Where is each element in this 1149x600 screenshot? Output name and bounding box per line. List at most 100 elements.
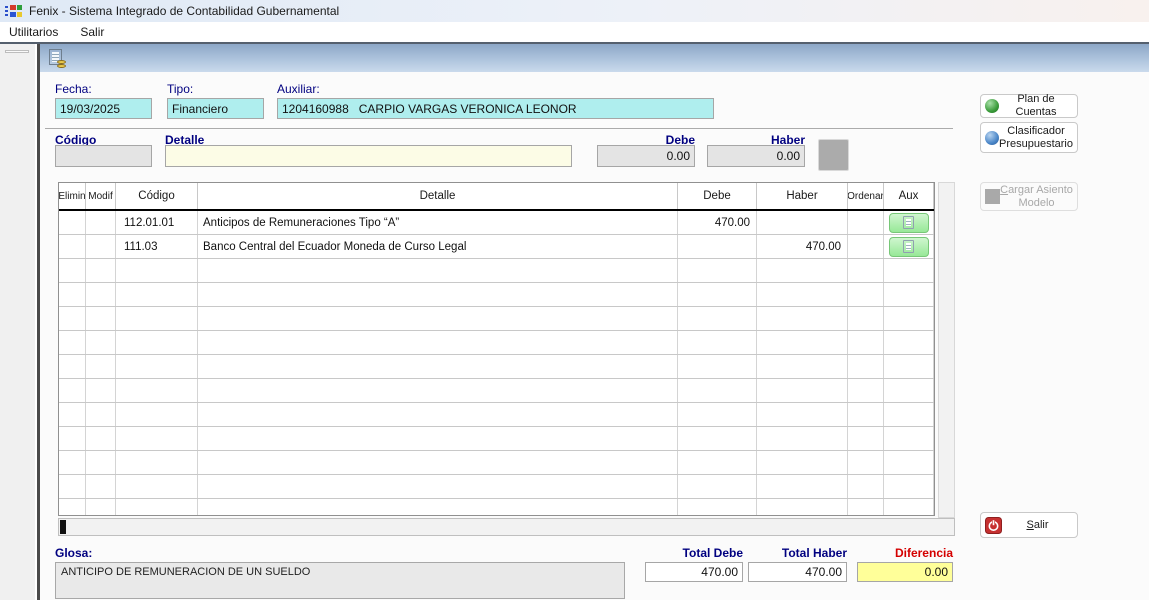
column-header-haber[interactable]: Haber — [757, 183, 848, 209]
grid-row-empty — [59, 451, 934, 475]
fecha-input[interactable] — [55, 98, 152, 119]
ordenar-cell — [848, 499, 884, 515]
grid-horizontal-scrollbar[interactable] — [58, 518, 955, 536]
ordenar-cell — [848, 379, 884, 402]
total-haber-field[interactable] — [748, 562, 847, 582]
aux-cell — [884, 307, 934, 330]
tipo-label: Tipo: — [167, 82, 193, 96]
detalle-cell — [198, 427, 678, 450]
haber-cell — [757, 259, 848, 282]
scrollbar-thumb[interactable] — [60, 520, 66, 534]
new-entry-toolbar-button[interactable] — [46, 47, 70, 70]
ordenar-cell — [848, 403, 884, 426]
modif-cell — [86, 331, 116, 354]
clasificador-presupuestario-button[interactable]: Clasificador Presupuestario — [980, 122, 1078, 153]
column-header-detalle[interactable]: Detalle — [198, 183, 678, 209]
ordenar-cell — [848, 331, 884, 354]
debe-cell — [678, 283, 757, 306]
column-header-ordenar[interactable]: Ordenar — [848, 183, 884, 209]
codigo-cell — [116, 283, 198, 306]
aux-cell — [884, 379, 934, 402]
entries-grid: Elimin Modif Código Detalle Debe Haber O… — [58, 182, 935, 516]
column-header-codigo[interactable]: Código — [116, 183, 198, 209]
detalle-cell — [198, 475, 678, 498]
aux-cell — [884, 403, 934, 426]
haber-cell — [757, 451, 848, 474]
detalle-cell — [198, 355, 678, 378]
left-panel — [0, 44, 35, 600]
detalle-input[interactable] — [165, 145, 572, 167]
detalle-cell — [198, 379, 678, 402]
haber-cell — [757, 331, 848, 354]
ordenar-cell — [848, 211, 884, 234]
power-icon — [985, 517, 1002, 534]
modif-cell — [86, 499, 116, 515]
ordenar-cell — [848, 283, 884, 306]
codigo-input[interactable] — [55, 145, 152, 167]
modif-cell[interactable] — [86, 235, 116, 258]
panel-grip[interactable] — [5, 50, 29, 53]
column-header-aux[interactable]: Aux — [884, 183, 934, 209]
codigo-cell — [116, 259, 198, 282]
haber-cell — [757, 355, 848, 378]
tipo-input[interactable] — [167, 98, 264, 119]
codigo-cell: 112.01.01 — [116, 211, 198, 234]
codigo-cell — [116, 475, 198, 498]
codigo-cell — [116, 499, 198, 515]
plan-de-cuentas-button[interactable]: Plan de Cuentas — [980, 94, 1078, 118]
menu-salir[interactable]: Salir — [80, 25, 104, 39]
add-entry-button[interactable] — [818, 139, 849, 171]
column-header-modif[interactable]: Modif — [86, 183, 116, 209]
title-bar: Fenix - Sistema Integrado de Contabilida… — [0, 0, 1149, 22]
auxiliar-input[interactable] — [277, 98, 714, 119]
aux-cell — [884, 451, 934, 474]
haber-input[interactable] — [707, 145, 805, 167]
diferencia-label: Diferencia — [857, 546, 953, 560]
glosa-textarea[interactable]: ANTICIPO DE REMUNERACION DE UN SUELDO — [55, 562, 625, 599]
grid-row-empty — [59, 379, 934, 403]
modif-cell[interactable] — [86, 211, 116, 234]
plan-de-cuentas-label: Plan de Cuentas — [999, 93, 1073, 118]
app-window: Fenix - Sistema Integrado de Contabilida… — [0, 0, 1149, 600]
grid-row-empty — [59, 499, 934, 515]
grid-vertical-scrollbar[interactable] — [938, 182, 955, 518]
grid-row-empty — [59, 355, 934, 379]
detalle-cell — [198, 331, 678, 354]
salir-button[interactable]: Salir — [980, 512, 1078, 538]
clasificador-label: Clasificador Presupuestario — [999, 125, 1073, 150]
codigo-cell — [116, 355, 198, 378]
grid-row-empty — [59, 331, 934, 355]
elimin-cell[interactable] — [59, 211, 86, 234]
grid-row-empty — [59, 475, 934, 499]
app-icon — [5, 4, 22, 19]
aux-cell — [884, 235, 934, 258]
debe-cell — [678, 499, 757, 515]
menu-utilitarios[interactable]: Utilitarios — [9, 25, 58, 39]
glosa-label: Glosa: — [55, 546, 92, 560]
total-debe-field[interactable] — [645, 562, 743, 582]
column-header-elimin[interactable]: Elimin — [59, 183, 86, 209]
elimin-cell[interactable] — [59, 235, 86, 258]
aux-cell — [884, 355, 934, 378]
aux-button[interactable] — [889, 213, 929, 233]
grid-row-empty — [59, 283, 934, 307]
elimin-cell — [59, 475, 86, 498]
debe-cell — [678, 331, 757, 354]
codigo-cell — [116, 307, 198, 330]
window-title: Fenix - Sistema Integrado de Contabilida… — [29, 4, 339, 18]
haber-cell — [757, 379, 848, 402]
column-header-debe[interactable]: Debe — [678, 183, 757, 209]
document-coins-icon — [48, 49, 68, 69]
haber-cell — [757, 283, 848, 306]
haber-cell — [757, 427, 848, 450]
elimin-cell — [59, 331, 86, 354]
modif-cell — [86, 307, 116, 330]
diferencia-field[interactable] — [857, 562, 953, 582]
grid-row-empty — [59, 403, 934, 427]
aux-button[interactable] — [889, 237, 929, 257]
total-haber-label: Total Haber — [748, 546, 847, 560]
grid-row: 112.01.01Anticipos de Remuneraciones Tip… — [59, 211, 934, 235]
debe-input[interactable] — [597, 145, 695, 167]
modif-cell — [86, 451, 116, 474]
modif-cell — [86, 355, 116, 378]
